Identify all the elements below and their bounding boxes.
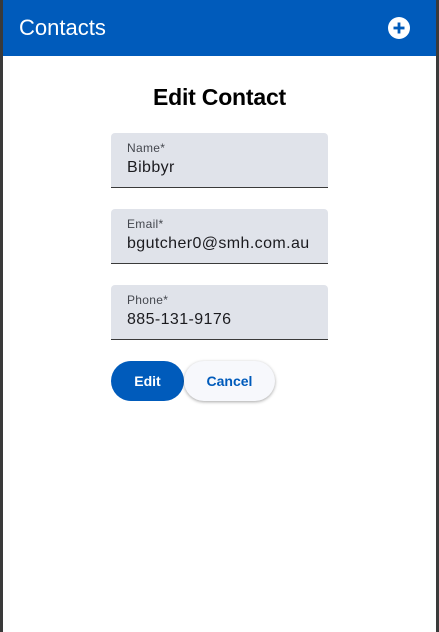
name-field-value[interactable]: Bibbyr — [127, 159, 175, 177]
phone-field-value[interactable]: 885-131-9176 — [127, 311, 231, 329]
add-circle-icon — [393, 22, 405, 34]
app-bar: Contacts — [3, 0, 436, 56]
name-field[interactable]: Name* Bibbyr — [111, 133, 328, 188]
email-field-value[interactable]: bgutcher0@smh.com.au — [127, 235, 310, 253]
email-field[interactable]: Email* bgutcher0@smh.com.au — [111, 209, 328, 264]
phone-field-label: Phone* — [127, 293, 169, 307]
add-contact-button[interactable] — [388, 17, 410, 39]
page-title: Edit Contact — [152, 84, 287, 110]
email-field-label: Email* — [127, 217, 164, 231]
cancel-button[interactable]: Cancel — [184, 361, 275, 401]
phone-field[interactable]: Phone* 885-131-9176 — [111, 285, 328, 340]
edit-button[interactable]: Edit — [111, 361, 184, 401]
app-window: Contacts Edit Contact Name* Bibbyr Email… — [3, 0, 436, 632]
app-title: Contacts — [19, 15, 106, 40]
name-field-label: Name* — [127, 141, 166, 155]
